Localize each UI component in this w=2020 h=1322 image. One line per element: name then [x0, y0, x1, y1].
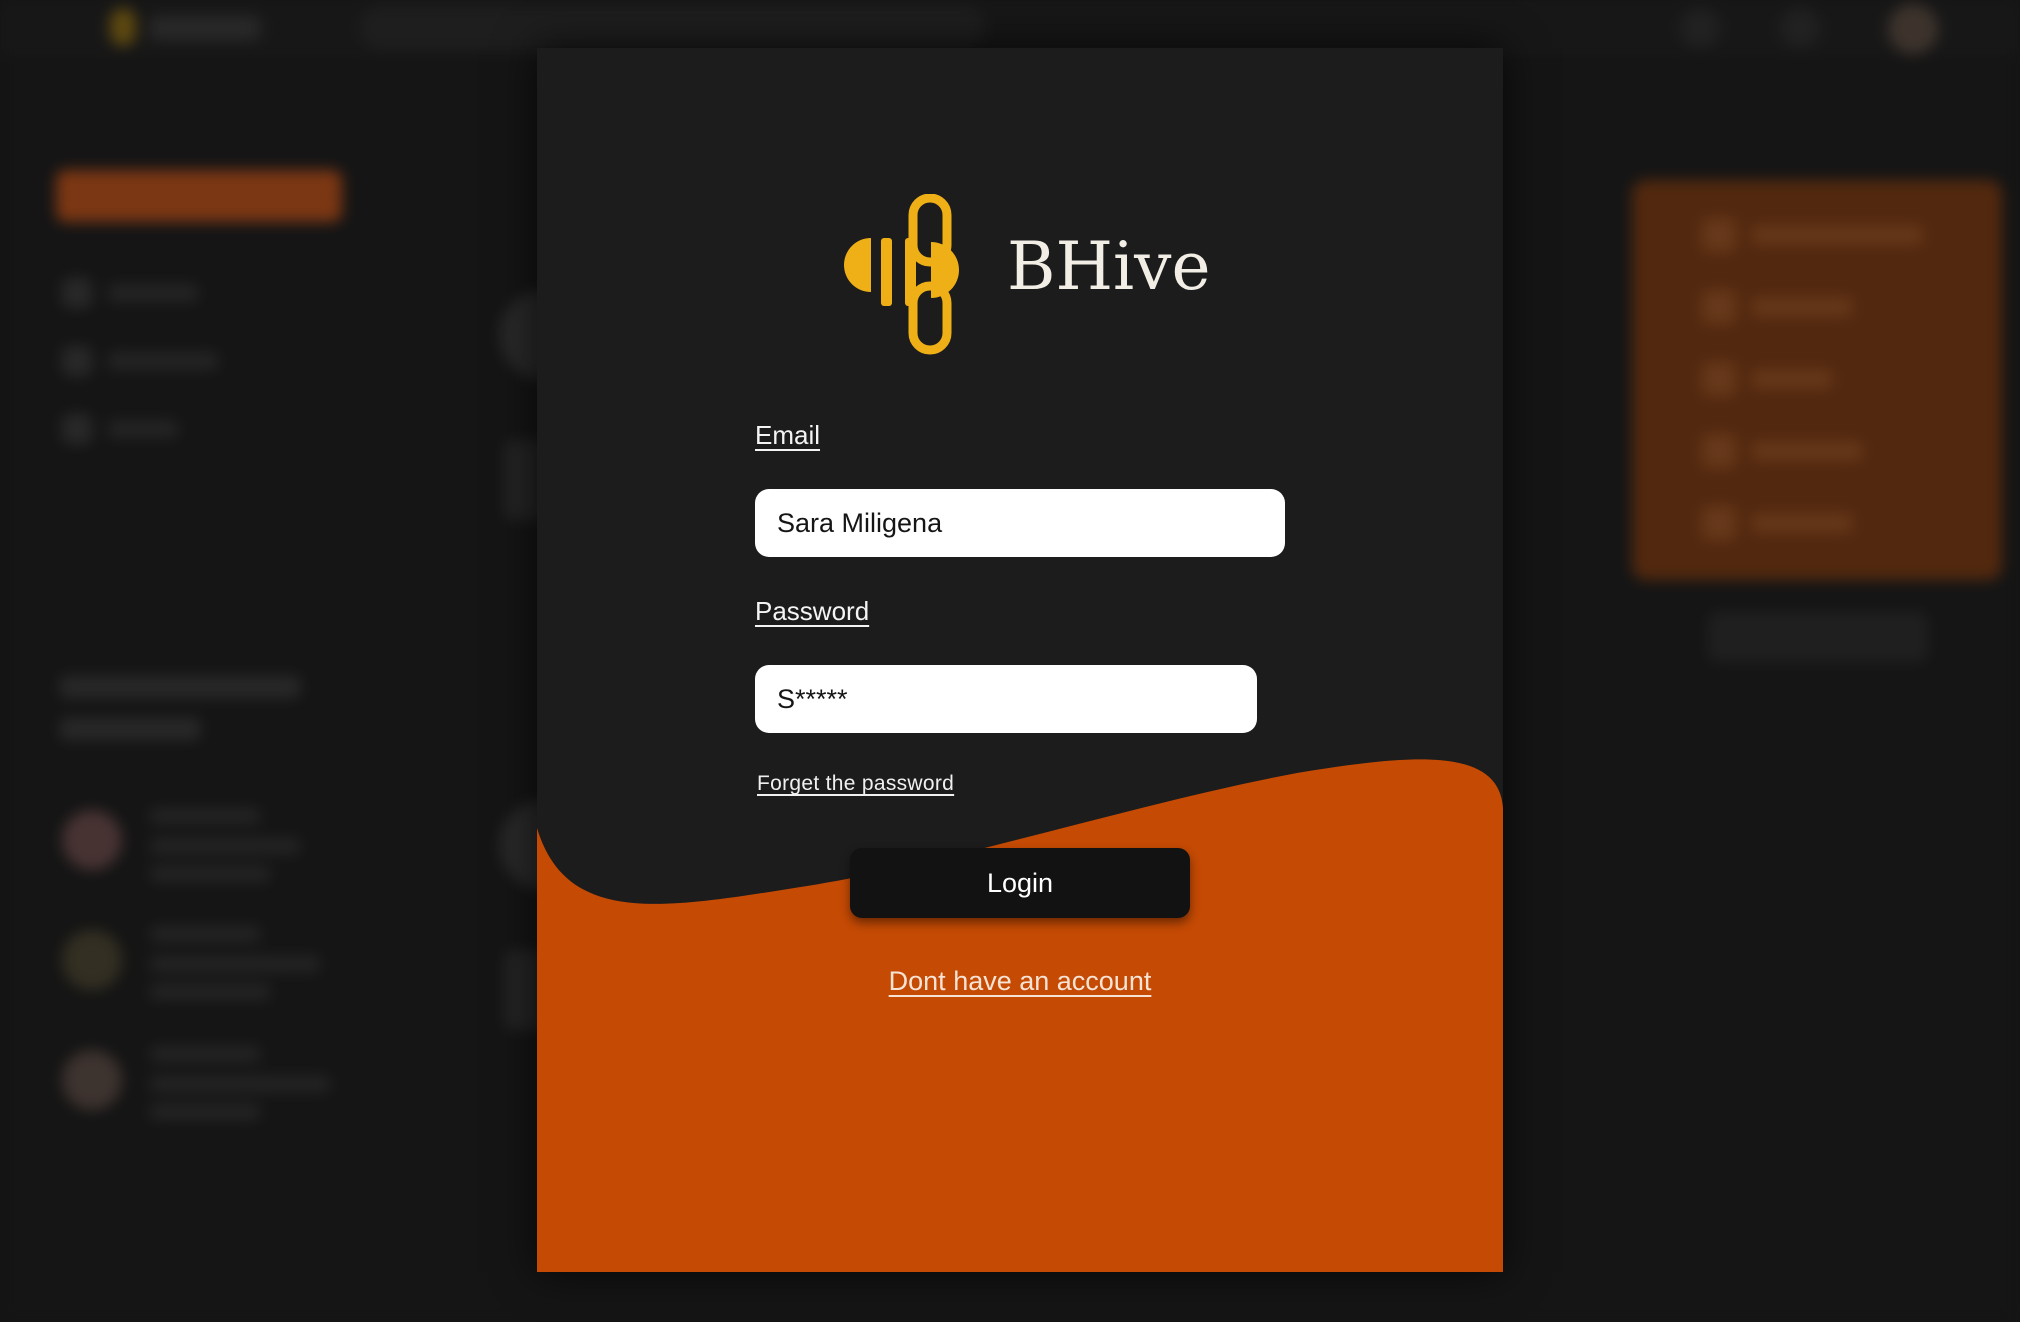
email-label: Email — [755, 420, 821, 450]
brand-name: BHive — [1007, 228, 1211, 305]
forgot-password-link[interactable]: Forget the password — [757, 772, 954, 796]
login-button[interactable]: Login — [850, 848, 1190, 918]
brand-logo: BHive — [839, 194, 1229, 364]
password-field[interactable] — [755, 665, 1257, 733]
bee-logo-icon — [844, 194, 959, 355]
signup-link-container: Dont have an account — [537, 966, 1503, 997]
signup-link[interactable]: Dont have an account — [889, 966, 1152, 996]
password-label: Password — [755, 596, 870, 626]
email-field[interactable] — [755, 489, 1285, 557]
login-modal: BHive Email Password Forget the password… — [537, 48, 1503, 1272]
